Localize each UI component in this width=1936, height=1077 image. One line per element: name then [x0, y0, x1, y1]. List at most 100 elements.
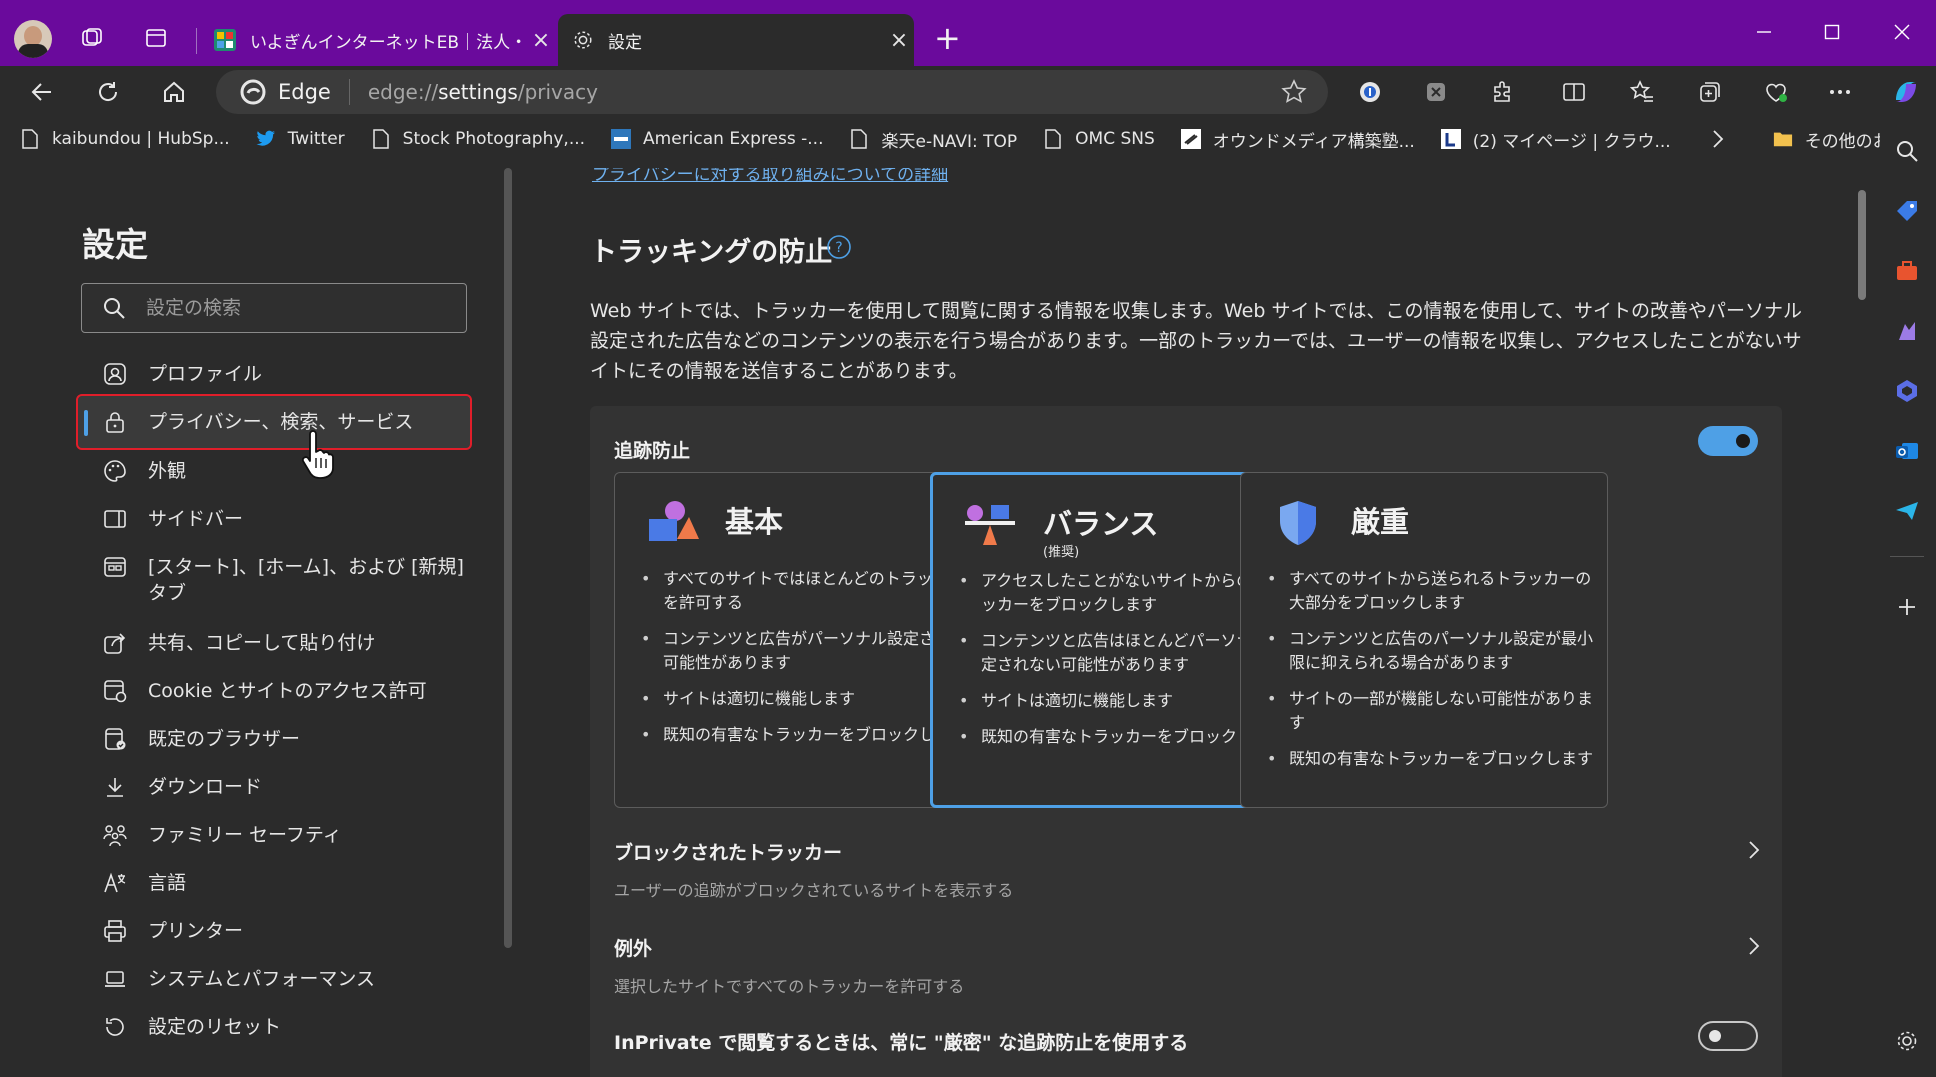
reset-icon: [102, 1014, 128, 1040]
extensions-icon[interactable]: [1484, 74, 1520, 110]
minimize-button[interactable]: [1744, 14, 1784, 50]
main-scrollbar[interactable]: [1858, 190, 1866, 300]
lancers-icon: [1440, 129, 1461, 149]
favorite-item[interactable]: Stock Photography,...: [371, 129, 585, 149]
workspaces-icon[interactable]: [78, 24, 106, 52]
language-icon: [102, 870, 128, 896]
option-strict[interactable]: 厳重 すべてのサイトから送られるトラッカーの大部分をブロックします コンテンツと…: [1240, 472, 1608, 808]
home-tab-icon: [102, 554, 128, 580]
settings-search-input[interactable]: [146, 297, 446, 319]
nav-scrollbar[interactable]: [504, 168, 512, 948]
page-icon: [1043, 129, 1063, 149]
browser-essentials-icon[interactable]: [1758, 74, 1794, 110]
back-button[interactable]: [24, 74, 60, 110]
settings-search[interactable]: [81, 283, 467, 333]
favorite-item[interactable]: (2) マイページ | クラウ...: [1440, 127, 1671, 152]
nav-item-privacy[interactable]: プライバシー、検索、サービス: [76, 394, 472, 450]
home-button[interactable]: [156, 74, 192, 110]
close-tab-icon[interactable]: ×: [526, 28, 556, 53]
favorite-item[interactable]: American Express -...: [611, 129, 823, 149]
games-icon[interactable]: [1892, 316, 1922, 346]
new-tab-button[interactable]: +: [934, 20, 961, 56]
nav-item-system-performance[interactable]: システムとパフォーマンス: [78, 958, 470, 1000]
tracking-prevention-toggle[interactable]: [1698, 426, 1758, 456]
amex-icon: [611, 129, 632, 149]
favorite-item[interactable]: オウンドメディア構築塾...: [1180, 127, 1415, 152]
exceptions-row[interactable]: 例外 選択したサイトですべてのトラッカーを許可する: [614, 934, 1764, 997]
tab-label: いよぎんインターネットEB｜法人・個人: [250, 32, 526, 53]
close-window-button[interactable]: [1882, 14, 1922, 50]
tab-settings[interactable]: 設定 ×: [558, 14, 914, 66]
favorite-item[interactable]: 楽天e-NAVI: TOP: [849, 127, 1017, 152]
owned-media-icon: [1180, 129, 1201, 149]
microsoft-365-icon[interactable]: [1892, 376, 1922, 406]
tracking-prevention-title: トラッキングの防止: [590, 237, 833, 268]
help-icon[interactable]: ?: [826, 234, 852, 260]
favorites-bar: kaibundou | HubSp... Twitter Stock Photo…: [0, 116, 1936, 162]
inprivate-strict-row: InPrivate で閲覧するときは、常に "厳密" な追跡防止を使用する: [614, 1032, 1189, 1054]
tracking-prevention-card: 追跡防止 基本 すべてのサイトではほとんどのトラッカーを許可する コンテンツと広…: [590, 406, 1782, 1077]
favorite-item[interactable]: OMC SNS: [1043, 129, 1155, 149]
gear-icon: [574, 31, 592, 49]
address-url: edge://settings/privacy: [367, 80, 598, 104]
privacy-info-link[interactable]: プライバシーに対する取り組みについての詳細: [592, 168, 948, 185]
settings-title: 設定: [82, 225, 148, 264]
tools-icon[interactable]: [1892, 256, 1922, 286]
nav-item-sidebar[interactable]: サイドバー: [78, 498, 470, 540]
search-icon[interactable]: [1892, 136, 1922, 166]
sidebar-settings-gear-icon[interactable]: [1892, 1026, 1922, 1056]
add-sidebar-app-icon[interactable]: [1892, 592, 1922, 622]
nav-item-family-safety[interactable]: ファミリー セーフティ: [78, 814, 470, 856]
address-toolbar: Edge edge://settings/privacy: [0, 66, 1936, 116]
sidebar-icon: [102, 506, 128, 532]
maximize-button[interactable]: [1812, 14, 1852, 50]
address-bar[interactable]: Edge edge://settings/privacy: [216, 70, 1328, 114]
option-basic[interactable]: 基本 すべてのサイトではほとんどのトラッカーを許可する コンテンツと広告がパーソ…: [614, 472, 982, 808]
password-manager-icon[interactable]: [1352, 74, 1388, 110]
nav-item-default-browser[interactable]: 既定のブラウザー: [78, 718, 470, 760]
nav-item-start-home-newtab[interactable]: [スタート]、[ホーム]、および [新規] タブ: [78, 546, 470, 614]
outlook-icon[interactable]: [1892, 436, 1922, 466]
address-brand: Edge: [278, 80, 331, 104]
cookie-icon: [102, 678, 128, 704]
favorite-star-icon[interactable]: [1280, 78, 1308, 106]
vertical-tabs-icon[interactable]: [142, 24, 170, 52]
hand-cursor-icon: [301, 430, 334, 479]
split-screen-icon[interactable]: [1556, 74, 1592, 110]
tab-iyogin[interactable]: いよぎんインターネットEB｜法人・個人 ×: [204, 14, 556, 66]
nav-item-share-copy-paste[interactable]: 共有、コピーして貼り付け: [78, 622, 470, 664]
balance-scale-icon: [965, 505, 1015, 545]
settings-main: プライバシーに対する取り組みについての詳細 トラッキングの防止 ? Web サイ…: [516, 168, 1880, 1077]
edge-sidebar: [1880, 120, 1936, 1077]
shield-icon: [1280, 501, 1316, 545]
favorites-overflow-chevron-icon[interactable]: [1711, 129, 1725, 149]
favorite-item[interactable]: kaibundou | HubSp...: [20, 129, 230, 149]
copilot-icon[interactable]: [1888, 74, 1924, 110]
inprivate-strict-toggle[interactable]: [1698, 1021, 1758, 1051]
printer-icon: [102, 918, 128, 944]
nav-item-appearance[interactable]: 外観: [78, 450, 470, 492]
send-icon[interactable]: [1892, 496, 1922, 526]
nav-item-downloads[interactable]: ダウンロード: [78, 766, 470, 808]
tracking-prevention-label: 追跡防止: [614, 440, 691, 462]
shopping-tag-icon[interactable]: [1892, 196, 1922, 226]
page-icon: [371, 129, 391, 149]
favorites-icon[interactable]: [1624, 74, 1660, 110]
nav-item-reset-settings[interactable]: 設定のリセット: [78, 1006, 470, 1048]
iyogin-favicon: [214, 29, 236, 51]
blocked-trackers-row[interactable]: ブロックされたトラッカー ユーザーの追跡がブロックされているサイトを表示する: [614, 838, 1764, 901]
nav-item-printers[interactable]: プリンター: [78, 910, 470, 952]
extension-shield-icon[interactable]: [1418, 74, 1454, 110]
close-tab-icon[interactable]: ×: [884, 28, 914, 53]
favorite-item[interactable]: Twitter: [256, 129, 345, 149]
folder-icon: [1773, 129, 1793, 149]
more-menu-icon[interactable]: [1822, 74, 1858, 110]
refresh-button[interactable]: [90, 74, 126, 110]
profile-avatar[interactable]: [14, 20, 52, 58]
collections-icon[interactable]: [1692, 74, 1728, 110]
nav-item-languages[interactable]: 言語: [78, 862, 470, 904]
family-icon: [102, 822, 128, 848]
nav-item-cookies[interactable]: Cookie とサイトのアクセス許可: [78, 670, 470, 712]
chevron-right-icon: [1749, 937, 1760, 955]
nav-item-profile[interactable]: プロファイル: [78, 353, 470, 395]
